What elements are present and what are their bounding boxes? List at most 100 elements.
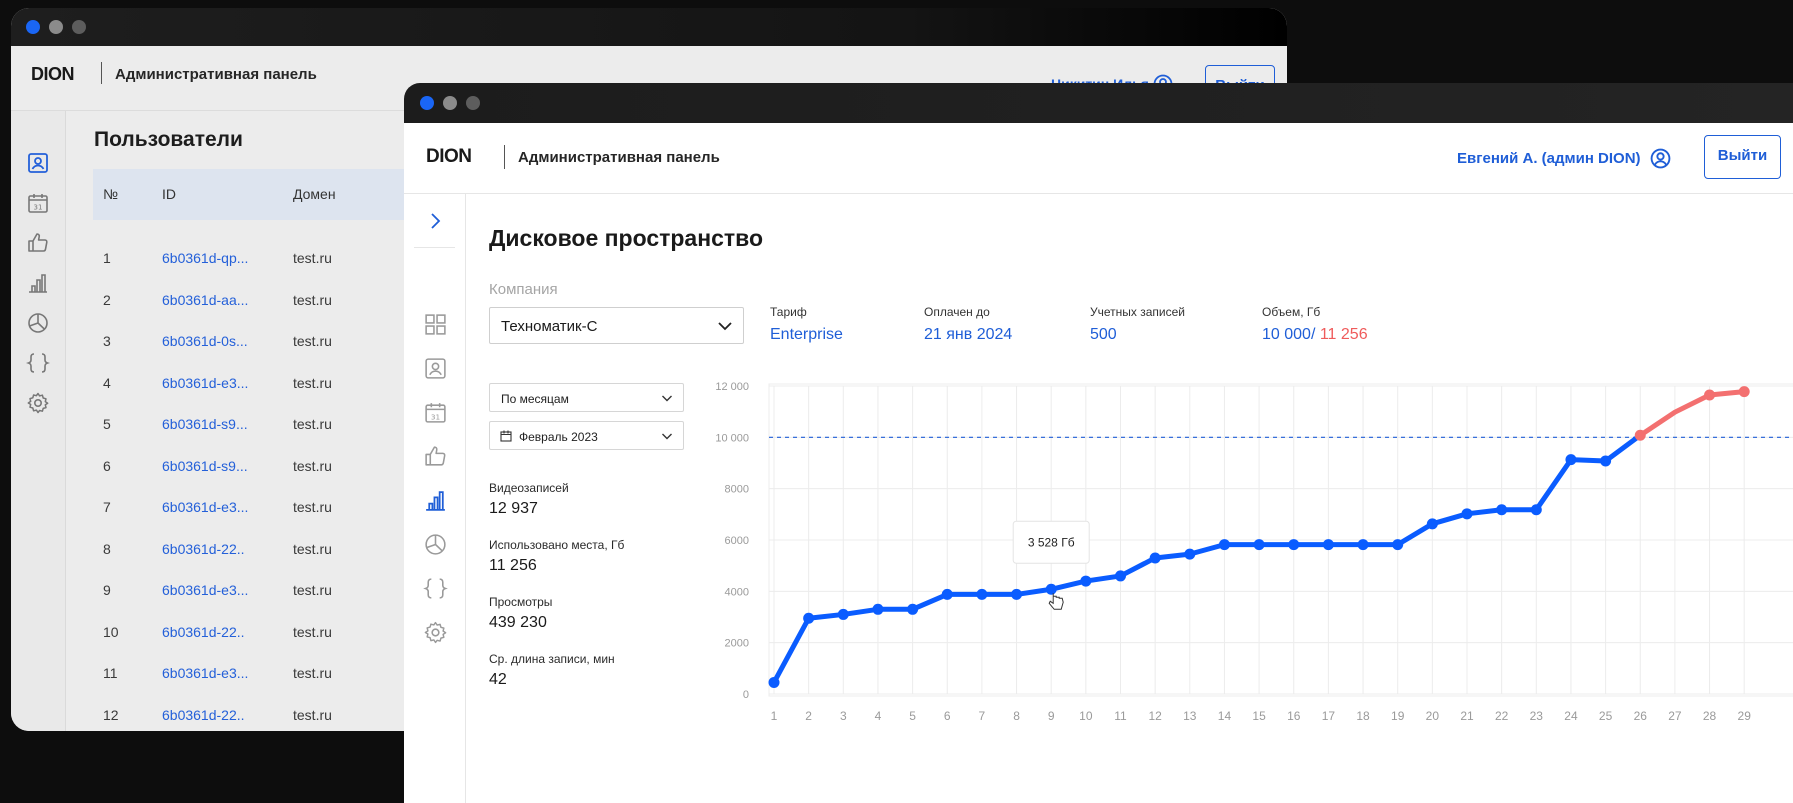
x-tick-label: 5 xyxy=(909,709,916,723)
data-point xyxy=(1738,386,1750,398)
y-tick-label: 8000 xyxy=(725,484,749,496)
x-tick-label: 24 xyxy=(1564,709,1578,723)
y-tick-label: 6000 xyxy=(725,535,749,547)
x-tick-label: 23 xyxy=(1530,709,1544,723)
row-number: 5 xyxy=(103,416,111,432)
data-point xyxy=(907,603,919,615)
row-number: 10 xyxy=(103,623,119,640)
data-point xyxy=(1496,504,1508,516)
row-domain: test.ru xyxy=(293,499,332,515)
x-tick-label: 25 xyxy=(1599,709,1613,723)
x-tick-label: 2 xyxy=(805,709,812,723)
x-tick-label: 11 xyxy=(1114,709,1127,723)
svg-text:31: 31 xyxy=(34,204,43,212)
x-tick-label: 9 xyxy=(1048,709,1055,723)
y-tick-label: 10 000 xyxy=(715,432,749,444)
row-id-link[interactable]: 6b0361d-e3... xyxy=(162,665,248,681)
data-point xyxy=(1080,575,1092,587)
data-point xyxy=(1288,539,1300,551)
data-point xyxy=(1461,508,1473,520)
x-tick-label: 27 xyxy=(1668,709,1682,723)
row-id-link[interactable]: 6b0361d-e3... xyxy=(162,582,248,598)
page-title: Пользователи xyxy=(94,128,243,151)
x-tick-label: 17 xyxy=(1322,709,1336,723)
row-domain: test.ru xyxy=(293,665,332,681)
row-id-link[interactable]: 6b0361d-22.. xyxy=(162,624,245,640)
data-point xyxy=(1357,539,1369,551)
column-header-domain[interactable]: Домен xyxy=(293,186,336,202)
x-tick-label: 22 xyxy=(1495,709,1509,723)
maximize-window-button[interactable] xyxy=(72,20,86,34)
data-point xyxy=(1011,588,1023,600)
dion-logo[interactable]: DION xyxy=(31,64,75,85)
data-point xyxy=(1600,455,1612,467)
data-point xyxy=(1184,548,1196,560)
row-id-link[interactable]: 6b0361d-22.. xyxy=(162,541,245,557)
x-tick-label: 14 xyxy=(1218,709,1232,723)
row-id-link[interactable]: 6b0361d-qp... xyxy=(162,250,248,266)
data-point xyxy=(768,676,780,688)
row-id-link[interactable]: 6b0361d-aa... xyxy=(162,292,248,308)
row-domain: test.ru xyxy=(293,540,332,557)
data-point xyxy=(941,588,953,600)
bar-chart-icon[interactable] xyxy=(26,271,50,295)
thumbs-up-icon[interactable] xyxy=(26,231,50,255)
user-card-icon[interactable] xyxy=(26,151,50,175)
data-point xyxy=(1218,539,1230,551)
back-sidebar: 31 xyxy=(11,111,66,731)
tooltip-label: 3 528 Гб xyxy=(1028,535,1075,549)
x-tick-label: 12 xyxy=(1148,709,1162,723)
x-tick-label: 21 xyxy=(1460,709,1474,723)
braces-icon[interactable] xyxy=(26,351,50,375)
pie-chart-icon[interactable] xyxy=(26,311,50,335)
row-domain: test.ru xyxy=(293,706,332,723)
x-tick-label: 29 xyxy=(1738,709,1752,723)
row-id-link[interactable]: 6b0361d-s9... xyxy=(162,416,248,432)
back-window-titlebar xyxy=(11,8,1287,46)
logo-divider xyxy=(101,62,102,84)
x-tick-label: 7 xyxy=(979,709,986,723)
minimize-window-button[interactable] xyxy=(49,20,63,34)
row-id-link[interactable]: 6b0361d-e3... xyxy=(162,499,248,515)
row-domain: test.ru xyxy=(293,457,332,474)
data-point xyxy=(803,612,815,624)
y-tick-label: 12 000 xyxy=(715,381,749,393)
y-tick-label: 4000 xyxy=(725,586,749,598)
x-tick-label: 6 xyxy=(944,709,951,723)
data-point xyxy=(1426,518,1438,530)
data-point xyxy=(976,588,988,600)
column-header-number[interactable]: № xyxy=(103,186,118,202)
row-domain: test.ru xyxy=(293,374,332,391)
x-tick-label: 3 xyxy=(840,709,847,723)
panel-title: Административная панель xyxy=(115,66,317,83)
disk-usage-line-chart: 0200040006000800010 00012 0001 2 3 4 5 6 7 8 9 10… xyxy=(715,381,1793,723)
data-point xyxy=(837,608,849,620)
row-number: 11 xyxy=(103,665,118,681)
value-tooltip: 3 528 Гб xyxy=(1012,520,1090,564)
gear-icon[interactable] xyxy=(26,391,50,415)
x-tick-label: 16 xyxy=(1287,709,1301,723)
data-point xyxy=(1634,429,1646,441)
row-domain: test.ru xyxy=(293,623,332,640)
close-window-button[interactable] xyxy=(26,20,40,34)
x-tick-label: 28 xyxy=(1703,709,1717,723)
x-tick-label: 13 xyxy=(1183,709,1197,723)
column-header-id[interactable]: ID xyxy=(162,186,176,202)
y-tick-label: 0 xyxy=(743,689,749,701)
row-id-link[interactable]: 6b0361d-0s... xyxy=(162,333,248,349)
row-id-link[interactable]: 6b0361d-e3... xyxy=(162,375,248,391)
row-number: 7 xyxy=(103,499,111,515)
row-number: 8 xyxy=(103,540,111,557)
row-domain: test.ru xyxy=(293,250,332,266)
row-domain: test.ru xyxy=(293,333,332,349)
data-point xyxy=(1392,539,1404,551)
row-number: 3 xyxy=(103,333,111,349)
row-domain: test.ru xyxy=(293,582,332,598)
data-point xyxy=(1253,539,1265,551)
row-id-link[interactable]: 6b0361d-s9... xyxy=(162,458,248,474)
data-point xyxy=(1530,504,1542,516)
data-point xyxy=(1149,552,1161,564)
calendar-icon[interactable]: 31 xyxy=(26,191,50,215)
x-tick-label: 19 xyxy=(1391,709,1405,723)
row-id-link[interactable]: 6b0361d-22.. xyxy=(162,707,245,723)
